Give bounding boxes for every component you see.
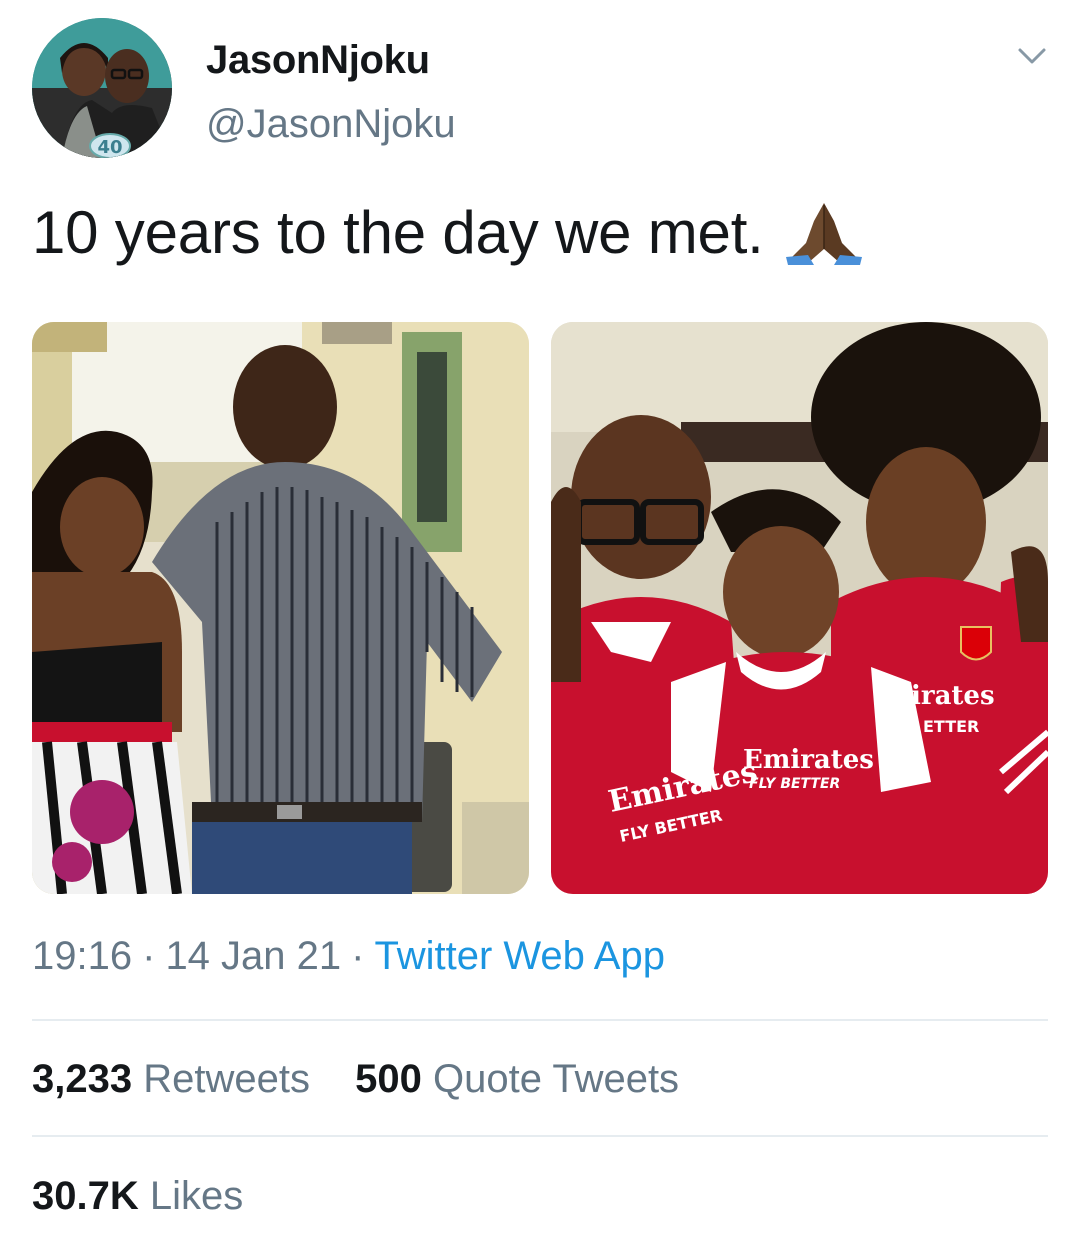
avatar-image: 40 [32, 18, 172, 158]
jersey-text-right: irates [911, 681, 995, 711]
tweet-text: 10 years to the day we met. [32, 199, 764, 266]
engagement-stats: 3,233 Retweets 500 Quote Tweets [32, 1057, 713, 1102]
likes-stat[interactable]: 30.7K Likes [32, 1174, 243, 1219]
meta-separator: · [351, 934, 365, 978]
retweets-label: Retweets [143, 1057, 310, 1101]
likes-row: 30.7K Likes [32, 1174, 277, 1219]
user-handle[interactable]: @JasonNjoku [206, 102, 456, 147]
divider [32, 1135, 1048, 1137]
tweet-source-link[interactable]: Twitter Web App [374, 934, 665, 978]
display-name[interactable]: JasonNjoku [206, 38, 430, 83]
quote-tweets-stat[interactable]: 500 Quote Tweets [355, 1057, 679, 1102]
avatar[interactable]: 40 [32, 18, 172, 158]
retweets-stat[interactable]: 3,233 Retweets [32, 1057, 310, 1102]
tweet-time[interactable]: 19:16 [32, 934, 132, 978]
meta-separator: · [142, 934, 156, 978]
tweet-text-row: 10 years to the day we met. [32, 198, 864, 267]
jersey-sub-right: ETTER [923, 717, 979, 736]
chevron-down-icon[interactable] [1016, 44, 1048, 68]
tweet-date[interactable]: 14 Jan 21 [165, 934, 341, 978]
divider [32, 1019, 1048, 1021]
quote-tweets-label: Quote Tweets [432, 1057, 680, 1101]
avatar-badge: 40 [97, 137, 122, 158]
jersey-sub-center: FLY BETTER [749, 776, 840, 792]
quote-tweets-count: 500 [355, 1057, 422, 1101]
jersey-text-center: Emirates [743, 745, 874, 775]
photo-couple-2011[interactable] [32, 322, 529, 894]
tweet-media: Emirates FLY BETTER Emirates FLY BETTER … [32, 322, 1048, 894]
tweet-meta: 19:16 · 14 Jan 21 · Twitter Web App [32, 934, 665, 979]
tweet-header: 40 JasonNjoku @JasonNjoku [32, 18, 1048, 158]
likes-count: 30.7K [32, 1174, 139, 1218]
photo-family-arsenal[interactable]: Emirates FLY BETTER Emirates FLY BETTER … [551, 322, 1048, 894]
retweets-count: 3,233 [32, 1057, 133, 1101]
likes-label: Likes [149, 1174, 244, 1218]
folded-hands-emoji [785, 202, 862, 265]
